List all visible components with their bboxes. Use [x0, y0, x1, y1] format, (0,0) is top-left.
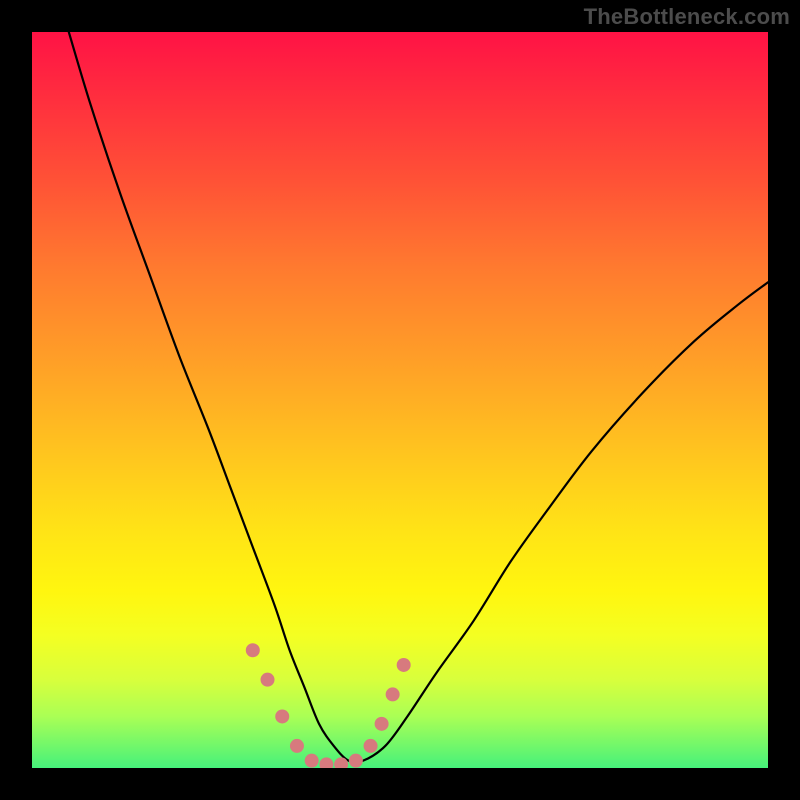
highlight-dot	[290, 739, 304, 753]
watermark-text: TheBottleneck.com	[584, 4, 790, 30]
highlight-dot	[375, 717, 389, 731]
highlight-dot	[275, 709, 289, 723]
highlight-dot	[246, 643, 260, 657]
highlight-dots	[246, 643, 411, 768]
highlight-dot	[261, 673, 275, 687]
bottleneck-curve	[69, 32, 768, 762]
highlight-dot	[397, 658, 411, 672]
chart-frame: TheBottleneck.com	[0, 0, 800, 800]
highlight-dot	[305, 754, 319, 768]
highlight-dot	[349, 754, 363, 768]
highlight-dot	[319, 757, 333, 768]
highlight-dot	[364, 739, 378, 753]
highlight-dot	[386, 687, 400, 701]
plot-area	[32, 32, 768, 768]
curve-layer	[32, 32, 768, 768]
